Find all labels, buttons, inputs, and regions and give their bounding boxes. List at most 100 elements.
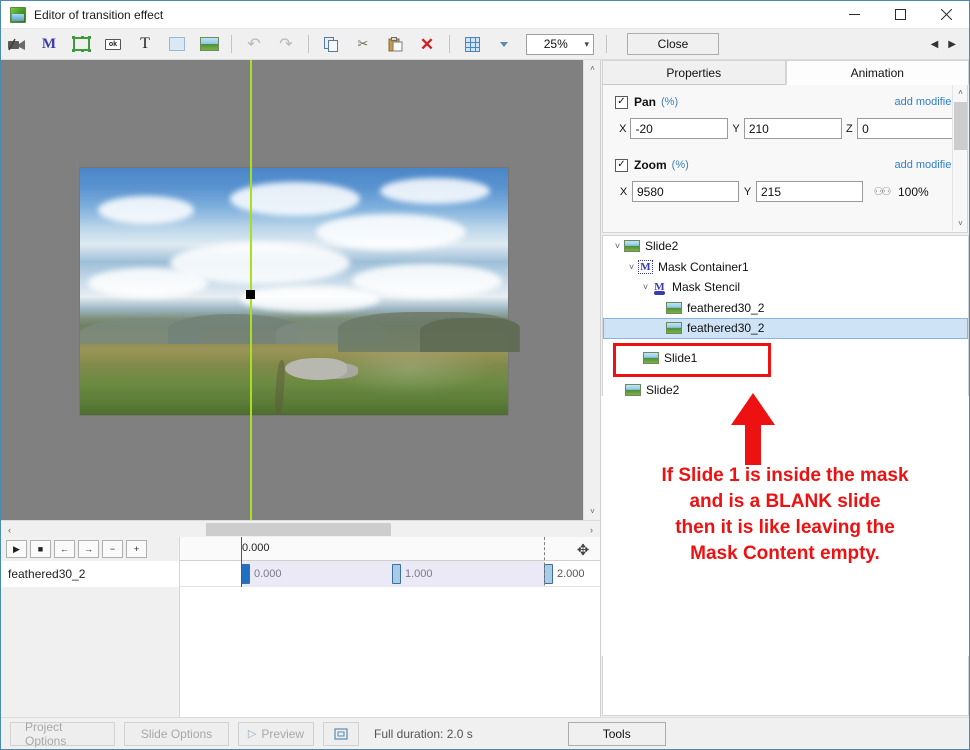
- slide-options-button[interactable]: Slide Options: [124, 721, 229, 746]
- grid-icon[interactable]: [458, 31, 486, 57]
- tree-node-feathered30-2-b[interactable]: feathered30_2: [603, 318, 968, 339]
- annotation-highlight-text: Slide1: [664, 351, 698, 365]
- pan-add-modifier-link[interactable]: add modifier: [894, 96, 955, 108]
- scroll-down-icon[interactable]: ˅: [584, 503, 601, 520]
- window-title: Editor of transition effect: [34, 7, 164, 22]
- canvas-horizontal-scrollbar[interactable]: ‹ ›: [1, 520, 600, 537]
- button-ok-icon[interactable]: ok: [99, 31, 127, 57]
- image-icon[interactable]: [195, 31, 223, 57]
- paste-icon[interactable]: [381, 31, 409, 57]
- zoom-level-select[interactable]: 25% ▾: [526, 33, 594, 55]
- keyframe-marker[interactable]: [241, 564, 250, 584]
- tree-node-slide2[interactable]: ˅ Slide2: [603, 236, 968, 257]
- close-button[interactable]: Close: [627, 33, 719, 55]
- toolbar-nav: ◀ ▶: [926, 39, 969, 50]
- preview-button[interactable]: ▷ Preview: [238, 721, 314, 746]
- tab-animation[interactable]: Animation: [785, 60, 969, 85]
- chevron-down-icon[interactable]: ˅: [639, 282, 652, 292]
- main-toolbar: M ok T ↶ ↷ ✂ ✕ 25% ▾ Close ◀ ▶: [1, 29, 969, 60]
- scroll-right-icon[interactable]: ›: [583, 521, 600, 538]
- video-camera-icon[interactable]: [3, 31, 31, 57]
- tree-node-mask-stencil[interactable]: ˅ M Mask Stencil: [603, 277, 968, 298]
- add-keyframe-button[interactable]: +: [126, 540, 147, 558]
- tree-node-label: feathered30_2: [687, 300, 765, 315]
- timeline-controls: ▶ ■ ← → − +: [1, 537, 180, 561]
- scrollbar-thumb[interactable]: [206, 523, 391, 536]
- preview-label: Preview: [261, 726, 305, 741]
- toolbar-separator: [308, 35, 309, 53]
- zoom-label: Zoom: [634, 158, 667, 172]
- preview-icon: ▷: [247, 728, 257, 740]
- maximize-icon[interactable]: [877, 1, 923, 29]
- play-button[interactable]: ▶: [6, 540, 27, 558]
- next-keyframe-button[interactable]: →: [78, 540, 99, 558]
- link-icon[interactable]: ⚇⚇: [872, 186, 892, 198]
- tab-properties[interactable]: Properties: [602, 60, 786, 85]
- stop-button[interactable]: ■: [30, 540, 51, 558]
- rectangle-icon[interactable]: [163, 31, 191, 57]
- path-shape: [274, 359, 286, 416]
- pan-label: Pan: [634, 95, 657, 109]
- pan-z-input[interactable]: 0: [857, 118, 956, 139]
- minimize-icon[interactable]: [831, 1, 877, 29]
- scroll-up-icon[interactable]: ˄: [953, 85, 967, 100]
- chevron-down-icon[interactable]: ˅: [625, 262, 638, 272]
- zoom-add-modifier-link[interactable]: add modifier: [894, 159, 955, 171]
- pan-checkbox[interactable]: ✓: [615, 95, 628, 109]
- delete-icon[interactable]: ✕: [413, 31, 441, 57]
- move-icon[interactable]: ✥: [570, 540, 596, 560]
- cut-icon[interactable]: ✂: [349, 31, 377, 57]
- nav-next-button[interactable]: ▶: [943, 39, 961, 50]
- project-options-button[interactable]: Project Options: [10, 720, 115, 748]
- pan-unit: (%): [661, 96, 679, 108]
- transition-effect-editor-window: Editor of transition effect M ok T ↶ ↷ ✂…: [0, 0, 970, 750]
- chevron-down-icon[interactable]: ˅: [611, 241, 624, 251]
- annotation-text: If Slide 1 is inside the mask and is a B…: [601, 463, 969, 567]
- scroll-up-icon[interactable]: ˄: [584, 60, 601, 77]
- pan-x-input[interactable]: -20: [630, 118, 729, 139]
- tree-node-mask-container1[interactable]: ˅ M Mask Container1: [603, 257, 968, 278]
- prev-keyframe-button[interactable]: ←: [54, 540, 75, 558]
- toolbar-separator: [231, 35, 232, 53]
- mask-icon: M: [652, 281, 667, 296]
- keyframe-marker[interactable]: [544, 564, 553, 584]
- toolbar-separator: [606, 35, 607, 53]
- loop-icon[interactable]: [323, 721, 359, 746]
- pan-x-label: X: [619, 122, 627, 135]
- chevron-down-icon[interactable]: [490, 31, 518, 57]
- scrollbar-thumb[interactable]: [954, 102, 967, 150]
- duration-label: Full duration: 2.0 s: [374, 726, 473, 741]
- copy-icon[interactable]: [317, 31, 345, 57]
- properties-vertical-scrollbar[interactable]: ˄ ˅: [952, 85, 967, 231]
- tools-button[interactable]: Tools: [567, 721, 666, 746]
- tree-node-feathered30-2-a[interactable]: feathered30_2: [603, 298, 968, 319]
- undo-icon[interactable]: ↶: [240, 31, 268, 57]
- keyframe-label: 2.000: [557, 568, 585, 580]
- keyframe-label: 1.000: [405, 568, 433, 580]
- scroll-down-icon[interactable]: ˅: [953, 216, 967, 231]
- pan-y-input[interactable]: 210: [743, 118, 842, 139]
- anchor-point[interactable]: [246, 290, 255, 299]
- close-icon[interactable]: [923, 1, 969, 29]
- frame-icon[interactable]: [67, 31, 95, 57]
- timeline-ruler[interactable]: 0.000 ✥: [180, 537, 600, 561]
- zoom-level-value: 25%: [543, 37, 568, 51]
- canvas-vertical-scrollbar[interactable]: ˄ ˅: [583, 60, 600, 520]
- timeline-track[interactable]: 0.000 1.000 2.000: [180, 561, 600, 587]
- nav-prev-button[interactable]: ◀: [926, 39, 944, 50]
- slide-photo: [80, 168, 520, 416]
- zoom-y-input[interactable]: 215: [756, 181, 863, 202]
- redo-icon[interactable]: ↷: [272, 31, 300, 57]
- tree-node-label: Slide2: [646, 382, 680, 397]
- remove-keyframe-button[interactable]: −: [102, 540, 123, 558]
- scroll-left-icon[interactable]: ‹: [1, 521, 18, 538]
- zoom-checkbox[interactable]: ✓: [615, 158, 628, 172]
- zoom-group: ✓ Zoom (%) add modifier X 9580 Y 215 ⚇⚇ …: [603, 139, 967, 202]
- preview-canvas[interactable]: [1, 60, 583, 520]
- zoom-unit: (%): [671, 159, 689, 171]
- zoom-x-input[interactable]: 9580: [632, 181, 739, 202]
- mask-m-icon: M: [638, 259, 653, 274]
- mask-m-icon[interactable]: M: [35, 31, 63, 57]
- text-tool-icon[interactable]: T: [131, 31, 159, 57]
- keyframe-marker[interactable]: [392, 564, 401, 584]
